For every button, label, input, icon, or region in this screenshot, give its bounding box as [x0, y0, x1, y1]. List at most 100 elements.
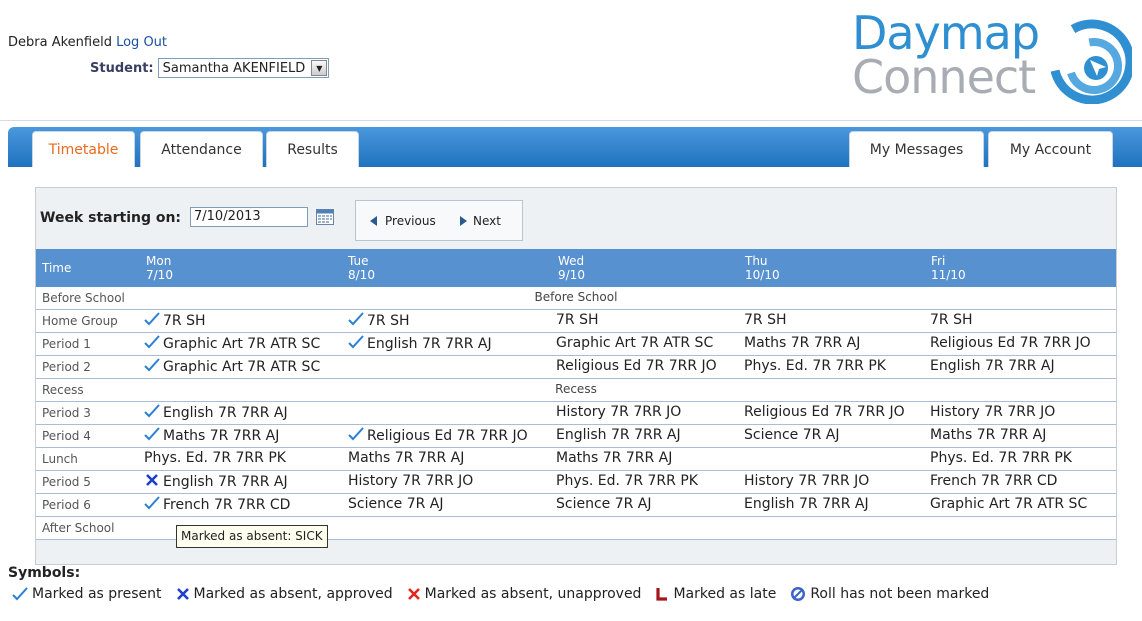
day-name: Thu: [745, 254, 768, 268]
class-name: Graphic Art 7R ATR SC: [556, 335, 714, 351]
class-cell[interactable]: 7R SH: [144, 312, 206, 330]
class-cell[interactable]: Maths 7R 7RR AJ: [930, 427, 1046, 443]
class-cell[interactable]: Maths 7R 7RR AJ: [556, 450, 672, 466]
period-label: Period 3: [42, 406, 91, 420]
table-row: Home Group 7R SH 7R SH 7R SH 7R SH 7R SH: [36, 310, 1116, 333]
class-name: English 7R 7RR AJ: [163, 405, 288, 421]
user-line: Debra Akenfield Log Out: [8, 35, 167, 50]
class-cell[interactable]: English 7R 7RR AJ: [144, 473, 288, 491]
class-cell[interactable]: History 7R 7RR JO: [348, 473, 473, 489]
period-label: Period 5: [42, 475, 91, 489]
tab-attendance[interactable]: Attendance: [140, 131, 263, 167]
table-row: Period 2 Graphic Art 7R ATR SC Religious E…: [36, 356, 1116, 379]
class-cell[interactable]: 7R SH: [930, 312, 973, 328]
class-cell[interactable]: 7R SH: [348, 312, 410, 330]
next-button[interactable]: Next: [460, 214, 501, 228]
class-cell[interactable]: 7R SH: [556, 312, 599, 328]
class-cell[interactable]: Religious Ed 7R 7RR JO: [744, 404, 905, 420]
class-cell[interactable]: English 7R 7RR AJ: [556, 427, 681, 443]
timetable-grid: Time Mon 7/10 Tue 8/10 Wed 9/10 Thu 10/10 Fr…: [36, 249, 1116, 540]
class-cell[interactable]: Maths 7R 7RR AJ: [744, 335, 860, 351]
class-cell[interactable]: English 7R 7RR AJ: [348, 335, 492, 353]
day-date: 8/10: [348, 268, 375, 282]
class-cell[interactable]: Graphic Art 7R ATR SC: [930, 496, 1087, 512]
class-cell[interactable]: Phys. Ed. 7R 7RR PK: [930, 450, 1072, 466]
class-cell[interactable]: Graphic Art 7R ATR SC: [144, 358, 320, 376]
class-cell[interactable]: History 7R 7RR JO: [556, 404, 681, 420]
class-name: History 7R 7RR JO: [348, 473, 474, 489]
class-cell[interactable]: Religious Ed 7R 7RR JO: [348, 427, 528, 445]
class-cell[interactable]: Science 7R AJ: [348, 496, 444, 512]
student-select-value: Samantha AKENFIELD: [162, 60, 306, 76]
week-label: Week starting on:: [40, 210, 182, 226]
timetable-header: Time Mon 7/10 Tue 8/10 Wed 9/10 Thu 10/10 Fr…: [36, 249, 1116, 287]
class-cell[interactable]: French 7R 7RR CD: [930, 473, 1057, 489]
logout-link[interactable]: Log Out: [116, 35, 167, 50]
table-row: Period 5 English 7R 7RR AJ History 7R 7RR …: [36, 471, 1116, 494]
nav-bar: Timetable Attendance Results My Messages…: [8, 127, 1142, 167]
tab-timetable[interactable]: Timetable: [32, 131, 135, 167]
class-name: Phys. Ed. 7R 7RR PK: [930, 450, 1072, 466]
check-icon: [12, 587, 28, 601]
class-name: English 7R 7RR AJ: [367, 336, 492, 352]
previous-button[interactable]: Previous: [370, 214, 436, 228]
class-cell[interactable]: Science 7R AJ: [744, 427, 840, 443]
class-cell[interactable]: English 7R 7RR AJ: [144, 404, 288, 422]
class-cell[interactable]: Phys. Ed. 7R 7RR PK: [744, 358, 886, 374]
class-cell[interactable]: English 7R 7RR AJ: [744, 496, 869, 512]
daymap-logo: Daymap Connect: [852, 6, 1132, 106]
class-cell[interactable]: Phys. Ed. 7R 7RR PK: [144, 450, 286, 466]
class-cell[interactable]: Graphic Art 7R ATR SC: [144, 335, 320, 353]
day-date: 10/10: [745, 268, 780, 282]
legend-present: Marked as present: [12, 586, 162, 602]
late-l-icon: [655, 587, 669, 601]
class-name: Graphic Art 7R ATR SC: [163, 336, 321, 352]
class-cell[interactable]: Science 7R AJ: [556, 496, 652, 512]
class-cell[interactable]: Maths 7R 7RR AJ: [144, 427, 279, 445]
check-icon: [144, 496, 160, 514]
class-cell[interactable]: Graphic Art 7R ATR SC: [556, 335, 713, 351]
class-cell[interactable]: Phys. Ed. 7R 7RR PK: [556, 473, 698, 489]
class-name: Maths 7R 7RR AJ: [348, 450, 465, 466]
class-name: English 7R 7RR AJ: [163, 474, 288, 490]
tab-my-messages[interactable]: My Messages: [849, 131, 984, 167]
day-name: Mon: [146, 254, 172, 268]
table-row: Lunch Phys. Ed. 7R 7RR PK Maths 7R 7RR AJ M…: [36, 448, 1116, 471]
absence-tooltip: Marked as absent: SICK: [176, 525, 328, 548]
class-name: Graphic Art 7R ATR SC: [163, 359, 321, 375]
legend-absent-approved: Marked as absent, approved: [176, 586, 393, 602]
blue-x-icon: [176, 587, 190, 601]
class-cell[interactable]: Religious Ed 7R 7RR JO: [930, 335, 1091, 351]
class-name: Religious Ed 7R 7RR JO: [744, 404, 905, 420]
check-icon: [144, 404, 160, 422]
legend-label: Marked as absent, unapproved: [424, 586, 642, 602]
class-name: 7R SH: [367, 313, 410, 329]
break-label: Recess: [555, 382, 597, 396]
tab-results[interactable]: Results: [266, 131, 359, 167]
class-name: Religious Ed 7R 7RR JO: [367, 428, 528, 444]
check-icon: [348, 335, 364, 353]
class-cell[interactable]: History 7R 7RR JO: [744, 473, 869, 489]
logo-text-connect: Connect: [852, 50, 1036, 104]
week-date-input[interactable]: 7/10/2013: [190, 207, 308, 227]
class-cell[interactable]: Maths 7R 7RR AJ: [348, 450, 464, 466]
class-cell[interactable]: English 7R 7RR AJ: [930, 358, 1055, 374]
table-row: Period 6 French 7R 7RR CD Science 7R AJ Sci…: [36, 494, 1116, 517]
class-cell[interactable]: Religious Ed 7R 7RR JO: [556, 358, 717, 374]
tab-my-account[interactable]: My Account: [988, 131, 1113, 167]
chevron-down-icon[interactable]: ▼: [311, 60, 328, 76]
student-label: Student:: [90, 60, 154, 76]
calendar-icon[interactable]: [316, 209, 334, 225]
time-header: Time: [42, 261, 72, 275]
legend-not-marked: Roll has not been marked: [790, 586, 989, 602]
class-name: Science 7R AJ: [556, 496, 652, 512]
check-icon: [144, 335, 160, 353]
class-cell[interactable]: History 7R 7RR JO: [930, 404, 1055, 420]
table-row: Period 1 Graphic Art 7R ATR SC English 7R …: [36, 333, 1116, 356]
logo-swirl-icon: [1049, 19, 1132, 104]
student-select[interactable]: Samantha AKENFIELD ▼: [157, 58, 330, 78]
class-cell[interactable]: 7R SH: [744, 312, 787, 328]
period-label: Period 1: [42, 337, 91, 351]
class-cell[interactable]: French 7R 7RR CD: [144, 496, 290, 514]
legend-label: Roll has not been marked: [810, 586, 990, 602]
